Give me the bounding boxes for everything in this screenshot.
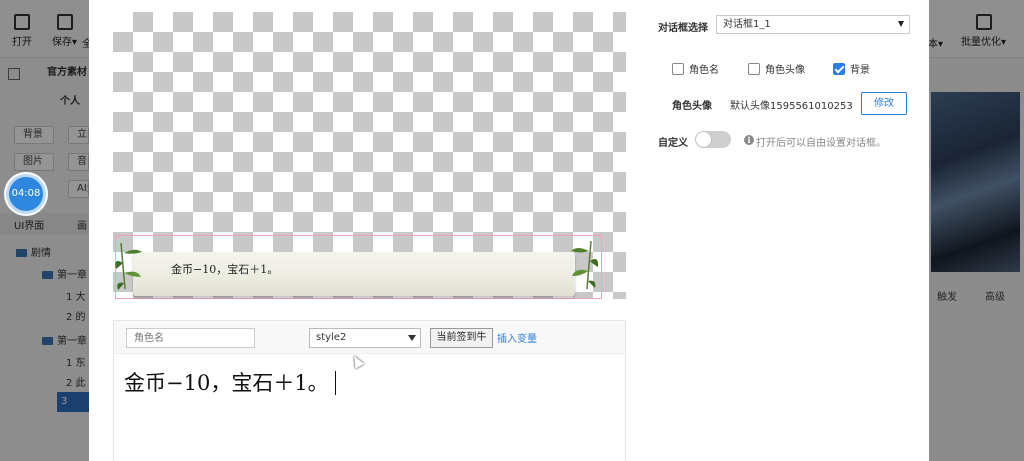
editor-content-area[interactable]: 金币−10，宝石＋1。 [124,367,337,397]
bamboo-left-icon [115,242,142,290]
custom-toggle[interactable] [695,131,731,148]
checkbox-role-name[interactable]: 角色名 [672,61,719,76]
style-select-value: style2 [316,332,347,343]
save-label: 保存▾ [52,37,78,48]
dialog-select-label: 对话框选择 [658,23,708,34]
dialog-select-value: 对话框1_1 [723,19,771,30]
transparent-canvas[interactable]: 金币−10，宝石＋1。 [113,12,626,299]
checklist-icon [975,14,992,30]
dialog-editor-modal: 金币−10，宝石＋1。 style2 当前签到牛 插入变量 [89,0,929,461]
open-button[interactable]: 打开 [12,14,32,48]
official-assets-title[interactable]: 官方素材 [8,62,89,84]
tree-item[interactable]: 2 此 [66,374,86,389]
checkbox-label: 角色名 [689,65,719,76]
info-icon: i [744,135,754,145]
checkbox-box-checked[interactable] [833,62,845,75]
tab-trigger[interactable]: 触发 [937,288,957,303]
tree-root[interactable]: 剧情 [16,244,51,259]
chip-character[interactable]: 立 [68,126,89,144]
bamboo-right-icon [571,240,599,290]
dialog-preview-text: 金币−10，宝石＋1。 [171,263,279,276]
tree-item-selected[interactable]: 3 [57,392,89,412]
editor-toolbar: style2 当前签到牛 插入变量 [114,321,625,354]
text-caret [334,371,337,395]
asset-sidebar: 官方素材 个人 背景 立 图片 音 AI生 UI界面 画 剧情 第一章 1 大 … [0,58,89,461]
tab-ui[interactable]: UI界面 [14,217,44,232]
style-select[interactable]: style2 [309,328,421,348]
personal-assets-tab[interactable]: 个人 [60,92,80,107]
toolbar-item-partial[interactable]: 本▾ [928,35,943,50]
toolbar-item-partial-label: 本▾ [928,39,944,50]
modify-avatar-button[interactable]: 修改 [861,92,907,115]
tree-item-label: 第一章 [57,336,87,347]
batch-optimize-button[interactable]: 批量优化▾ [961,14,1006,48]
chevron-down-icon [408,335,416,341]
chip-ai[interactable]: AI生 [68,180,89,198]
toggle-knob [696,132,711,147]
folder-icon [16,249,27,257]
preview-panel: 触发 高级 [929,58,1024,461]
sidebar-tabs: UI界面 画 [0,213,89,235]
plus-icon [14,14,30,30]
batch-optimize-label: 批量优化▾ [961,37,1007,48]
checkbox-label: 角色头像 [765,65,805,76]
tree-item-chapter-1[interactable]: 第一章 [42,266,87,281]
chip-background[interactable]: 背景 [14,126,54,144]
timer-badge[interactable]: 04:08 [6,174,46,214]
open-label: 打开 [12,37,32,48]
custom-label: 自定义 [658,138,688,149]
tree-item-chapter-2[interactable]: 第一章 [42,332,87,347]
role-name-input[interactable] [126,328,255,348]
insert-variable-link[interactable]: 插入变量 [497,330,537,345]
checkbox-box[interactable] [672,62,684,75]
checkbox-role-avatar[interactable]: 角色头像 [748,61,805,76]
save-button[interactable]: 保存▾ [52,14,77,48]
chevron-down-icon [898,21,904,27]
tree-item[interactable]: 2 的 [66,308,86,323]
chip-image[interactable]: 图片 [14,153,54,171]
avatar-value: 默认头像1595561010253 [730,101,853,112]
folder-icon [42,337,53,345]
dialog-box-preview[interactable]: 金币−10，宝石＋1。 [133,252,575,296]
avatar-label: 角色头像 [672,101,712,112]
scene-preview-image [931,92,1020,272]
dialog-select[interactable]: 对话框1_1 [716,15,910,34]
chip-audio[interactable]: 音 [68,153,89,171]
current-sign-button[interactable]: 当前签到牛 [430,328,493,348]
tree-item[interactable]: 1 东 [66,354,86,369]
tree-item-label: 第一章 [57,270,87,281]
tree-item[interactable]: 1 大 [66,288,86,303]
custom-hint: 打开后可以自由设置对话框。 [756,138,886,149]
editor-content-text: 金币−10，宝石＋1。 [124,371,329,395]
checkbox-label: 背景 [850,65,870,76]
dialog-text-editor: style2 当前签到牛 插入变量 金币−10，宝石＋1。 [113,320,626,461]
tab-advanced[interactable]: 高级 [985,288,1005,303]
checkbox-background[interactable]: 背景 [833,61,870,76]
checkbox-box[interactable] [748,62,760,75]
save-icon [56,14,73,30]
tree-item-label: 3 [61,396,68,407]
folder-icon [42,271,53,279]
tab-draw[interactable]: 画 [77,217,87,232]
tree-root-label: 剧情 [31,248,51,259]
